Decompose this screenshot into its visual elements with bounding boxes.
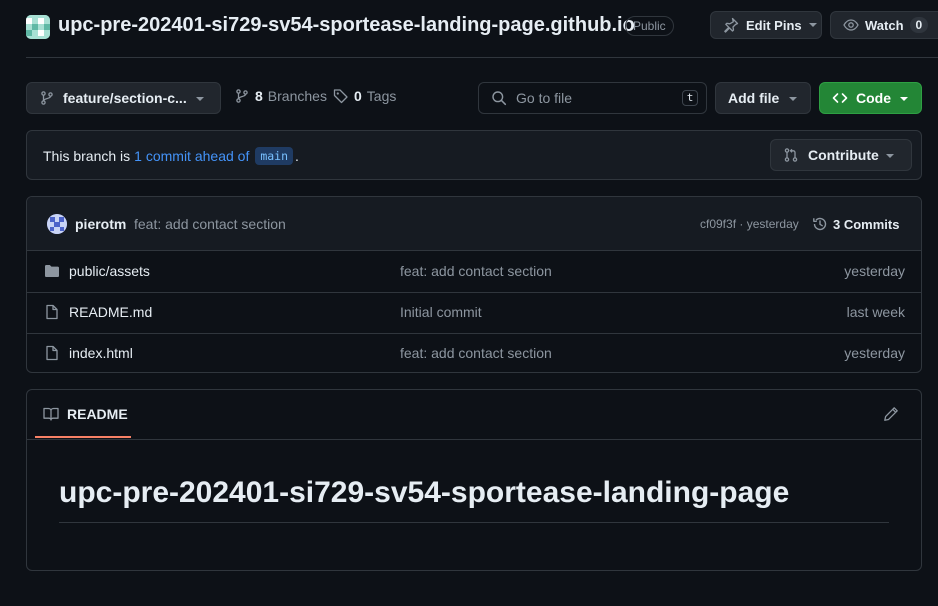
tags-count: 0 xyxy=(354,88,362,104)
file-commit-date: yesterday xyxy=(844,345,905,361)
file-row[interactable]: public/assets feat: add contact section … xyxy=(27,251,921,293)
tags-label: Tags xyxy=(366,88,397,104)
pencil-icon[interactable] xyxy=(883,406,899,422)
commit-time: yesterday xyxy=(746,217,799,231)
file-icon xyxy=(44,304,60,320)
commit-message-link[interactable]: feat: add contact section xyxy=(134,216,286,232)
branch-select-button[interactable]: feature/section-c... xyxy=(26,82,221,114)
header-divider xyxy=(26,57,938,58)
edit-pins-button[interactable]: Edit Pins xyxy=(710,11,822,39)
latest-commit-bar: pierotm feat: add contact section cf09f3… xyxy=(27,197,921,251)
search-icon xyxy=(491,90,507,106)
commit-meta: cf09f3f · yesterday xyxy=(700,217,799,231)
active-tab-indicator xyxy=(35,436,131,438)
chevron-down-icon xyxy=(196,97,204,101)
go-to-file-placeholder: Go to file xyxy=(516,90,573,106)
chevron-down-icon xyxy=(900,97,908,101)
file-commit-message[interactable]: Initial commit xyxy=(400,304,482,320)
pin-icon xyxy=(723,17,739,33)
git-pull-request-icon xyxy=(783,147,799,163)
edit-pins-label: Edit Pins xyxy=(746,17,802,33)
watch-button[interactable]: Watch 0 xyxy=(830,11,938,39)
watch-label: Watch xyxy=(865,17,904,33)
heading-rule xyxy=(59,522,889,523)
readme-heading: upc-pre-202401-si729-sv54-sportease-land… xyxy=(59,476,790,509)
file-commit-date: last week xyxy=(846,304,905,320)
readme-header: README xyxy=(27,390,921,440)
tab-readme[interactable]: README xyxy=(43,406,128,422)
folder-icon xyxy=(44,263,60,279)
commit-hash[interactable]: cf09f3f xyxy=(700,217,736,231)
file-commit-message[interactable]: feat: add contact section xyxy=(400,345,552,361)
branches-label: Branches xyxy=(267,88,327,104)
tags-link[interactable]: 0 Tags xyxy=(333,88,396,104)
branch-status-text: This branch is 1 commit ahead of main . xyxy=(43,147,299,165)
tag-icon xyxy=(333,88,349,104)
readme-panel: README upc-pre-202401-si729-sv54-sportea… xyxy=(26,389,922,571)
go-to-file-input[interactable]: Go to file t xyxy=(478,82,707,114)
base-branch-tag[interactable]: main xyxy=(255,147,294,165)
git-branch-icon xyxy=(39,90,55,106)
readme-tab-label: README xyxy=(67,406,128,422)
file-row[interactable]: index.html feat: add contact section yes… xyxy=(27,333,921,372)
chevron-down-icon xyxy=(886,154,894,158)
file-row[interactable]: README.md Initial commit last week xyxy=(27,292,921,334)
branch-name: feature/section-c... xyxy=(63,90,187,106)
chevron-down-icon xyxy=(808,23,817,27)
file-commit-message[interactable]: feat: add contact section xyxy=(400,263,552,279)
code-label: Code xyxy=(856,90,891,106)
chevron-down-icon xyxy=(789,97,797,101)
commits-count-label: 3 Commits xyxy=(833,216,900,232)
git-branch-icon xyxy=(234,88,250,104)
code-icon xyxy=(832,90,848,106)
commit-author-link[interactable]: pierotm xyxy=(75,216,126,232)
file-icon xyxy=(44,345,60,361)
contribute-button[interactable]: Contribute xyxy=(770,139,912,171)
branch-status-suffix: . xyxy=(295,148,299,164)
book-icon xyxy=(43,406,59,422)
file-browser: pierotm feat: add contact section cf09f3… xyxy=(26,196,922,373)
branch-status-prefix: This branch is xyxy=(43,148,131,164)
eye-icon xyxy=(843,17,859,33)
keyboard-shortcut-hint: t xyxy=(682,90,698,106)
add-file-label: Add file xyxy=(728,90,780,106)
add-file-button[interactable]: Add file xyxy=(715,82,811,114)
visibility-badge: Public xyxy=(625,16,674,36)
file-commit-date: yesterday xyxy=(844,263,905,279)
file-name-link[interactable]: README.md xyxy=(69,304,152,320)
file-name-link[interactable]: public/assets xyxy=(69,263,150,279)
branches-count: 8 xyxy=(255,88,263,104)
commit-meta-separator: · xyxy=(739,217,744,231)
file-name-link[interactable]: index.html xyxy=(69,345,133,361)
compare-link[interactable]: 1 commit ahead of xyxy=(134,148,249,164)
code-button[interactable]: Code xyxy=(819,82,922,114)
history-icon xyxy=(812,216,828,232)
repo-name-link[interactable]: upc-pre-202401-si729-sv54-sportease-land… xyxy=(58,14,635,37)
contribute-label: Contribute xyxy=(808,147,879,163)
avatar[interactable] xyxy=(47,214,67,234)
repo-avatar xyxy=(26,15,50,39)
watch-count: 0 xyxy=(909,17,929,33)
commits-history-link[interactable]: 3 Commits xyxy=(812,216,899,232)
branches-link[interactable]: 8 Branches xyxy=(234,88,327,104)
